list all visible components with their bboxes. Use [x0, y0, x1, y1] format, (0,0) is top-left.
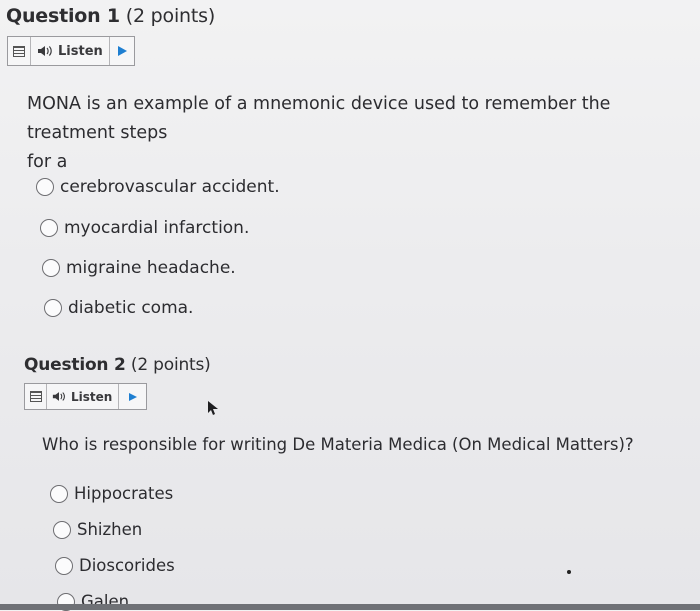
question-1-prompt-line-1: MONA is an example of a mnemonic device …	[27, 94, 611, 143]
question-1-option-4[interactable]: diabetic coma.	[44, 298, 193, 318]
menu-icon[interactable]	[25, 384, 47, 409]
option-label: Hippocrates	[74, 484, 174, 503]
menu-icon[interactable]	[8, 37, 31, 65]
listen-label: Listen	[58, 43, 103, 59]
radio-button[interactable]	[53, 520, 71, 539]
radio-button[interactable]	[44, 299, 62, 317]
question-1-number: Question 1	[6, 5, 120, 27]
question-1-option-1[interactable]: cerebrovascular accident.	[36, 177, 280, 197]
question-1-listen-widget[interactable]: Listen	[7, 36, 135, 66]
question-2-number: Question 2	[24, 355, 126, 375]
option-label: Dioscorides	[79, 556, 175, 575]
question-2-title: Question 2 (2 points)	[24, 355, 211, 375]
listen-button[interactable]: Listen	[31, 37, 110, 65]
option-label: cerebrovascular accident.	[60, 177, 280, 197]
question-1-option-2[interactable]: myocardial infarction.	[40, 218, 249, 238]
speaker-icon	[52, 392, 65, 401]
mouse-cursor-icon	[208, 401, 218, 415]
question-2-points: (2 points)	[130, 355, 211, 375]
question-2-option-3[interactable]: Dioscorides	[55, 556, 175, 575]
question-1-option-3[interactable]: migraine headache.	[42, 258, 236, 278]
question-1-title: Question 1 (2 points)	[6, 5, 215, 27]
option-label: migraine headache.	[66, 258, 236, 278]
question-1-prompt-line-2: for a	[27, 152, 68, 172]
radio-button[interactable]	[55, 556, 73, 575]
option-label: Shizhen	[77, 520, 143, 539]
radio-button[interactable]	[50, 484, 68, 503]
question-2-listen-widget[interactable]: Listen	[24, 383, 147, 410]
speaker-icon	[38, 46, 52, 56]
question-2-option-2[interactable]: Shizhen	[53, 520, 142, 539]
play-icon[interactable]	[119, 384, 146, 409]
listen-button[interactable]: Listen	[47, 384, 119, 409]
option-label: myocardial infarction.	[64, 218, 250, 238]
play-icon[interactable]	[110, 37, 134, 65]
stray-dot	[567, 570, 571, 574]
question-2-option-1[interactable]: Hippocrates	[50, 484, 173, 503]
radio-button[interactable]	[36, 178, 54, 196]
radio-button[interactable]	[40, 219, 58, 237]
listen-label: Listen	[71, 389, 113, 404]
bottom-edge-bar	[0, 604, 700, 610]
question-1-prompt: MONA is an example of a mnemonic device …	[27, 90, 699, 177]
question-2-prompt: Who is responsible for writing De Materi…	[42, 435, 634, 454]
option-label: diabetic coma.	[68, 298, 194, 318]
question-1-points: (2 points)	[125, 5, 216, 27]
radio-button[interactable]	[42, 259, 60, 277]
